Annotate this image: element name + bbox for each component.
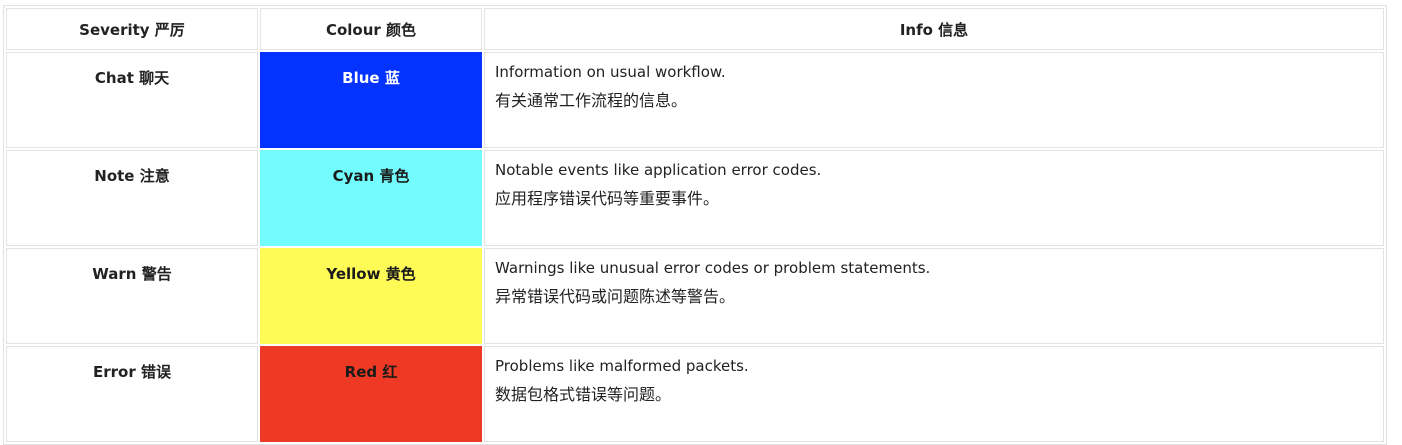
info-english-text: Notable events like application error co… [495,161,822,179]
colour-swatch-cell: Cyan 青色 [260,150,482,246]
info-cell: Problems like malformed packets. 数据包格式错误… [484,346,1384,442]
info-english-text: Warnings like unusual error codes or pro… [495,259,931,277]
table-row: Note 注意 Cyan 青色 Notable events like appl… [6,150,1384,246]
info-chinese-text: 异常错误代码或问题陈述等警告。 [495,287,736,306]
severity-cell: Chat 聊天 [6,52,258,148]
info-chinese-text: 有关通常工作流程的信息。 [495,91,688,110]
severity-cell: Error 错误 [6,346,258,442]
info-english-text: Information on usual workflow. [495,63,726,81]
severity-table: Severity 严厉 Colour 颜色 Info 信息 Chat 聊天 Bl… [3,5,1387,445]
header-info: Info 信息 [484,8,1384,50]
info-cell: Notable events like application error co… [484,150,1384,246]
severity-cell: Warn 警告 [6,248,258,344]
info-chinese-text: 应用程序错误代码等重要事件。 [495,189,720,208]
header-severity: Severity 严厉 [6,8,258,50]
table-row: Error 错误 Red 红 Problems like malformed p… [6,346,1384,442]
severity-cell: Note 注意 [6,150,258,246]
colour-swatch-cell: Yellow 黄色 [260,248,482,344]
table-row: Warn 警告 Yellow 黄色 Warnings like unusual … [6,248,1384,344]
table-row: Chat 聊天 Blue 蓝 Information on usual work… [6,52,1384,148]
colour-swatch-cell: Red 红 [260,346,482,442]
info-cell: Information on usual workflow. 有关通常工作流程的… [484,52,1384,148]
info-english-text: Problems like malformed packets. [495,357,749,375]
info-chinese-text: 数据包格式错误等问题。 [495,385,672,404]
colour-swatch-cell: Blue 蓝 [260,52,482,148]
info-cell: Warnings like unusual error codes or pro… [484,248,1384,344]
table-header-row: Severity 严厉 Colour 颜色 Info 信息 [6,8,1384,50]
header-colour: Colour 颜色 [260,8,482,50]
